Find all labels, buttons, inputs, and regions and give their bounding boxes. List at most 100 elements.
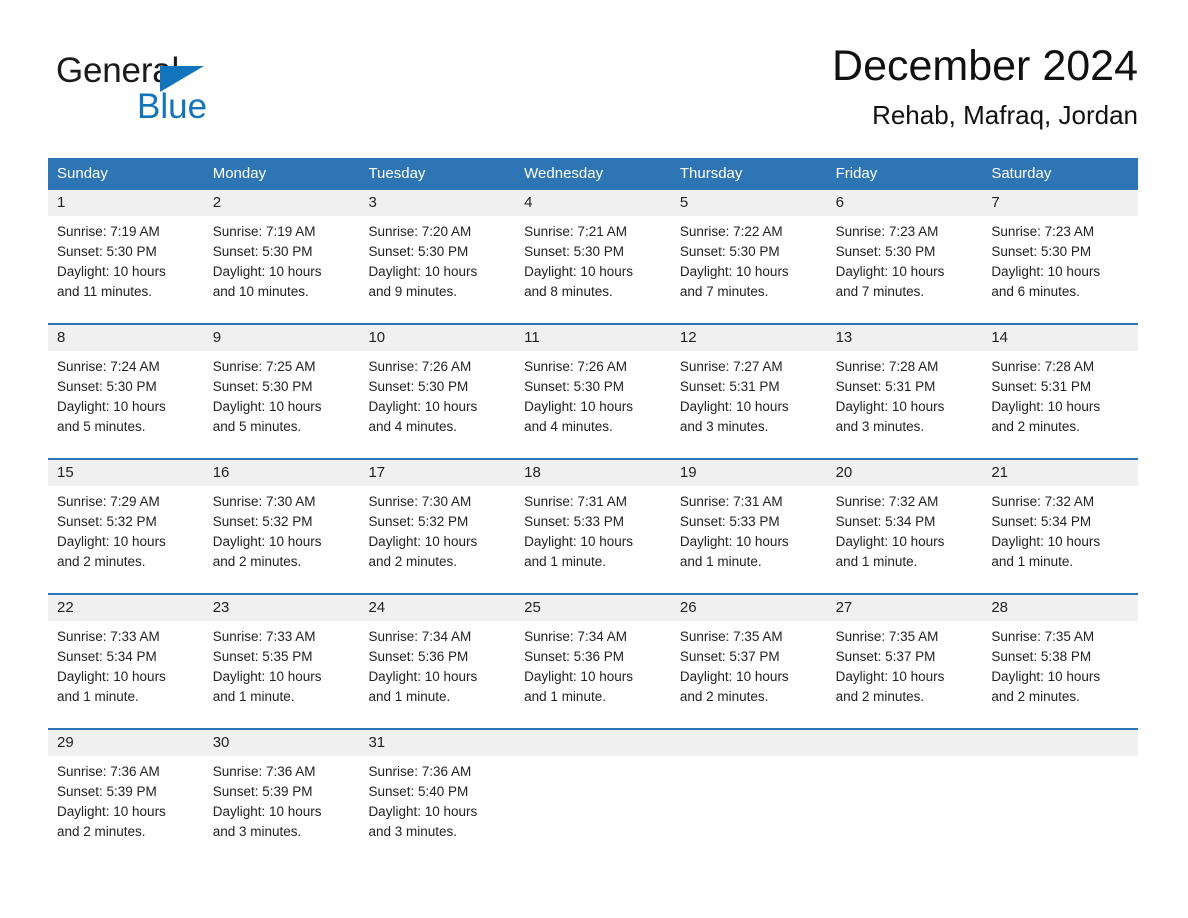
page-header: General Blue December 2024 Rehab, Mafraq…: [48, 40, 1138, 148]
sunset-text: Sunset: 5:40 PM: [368, 784, 469, 799]
daylight-text-line2: and 2 minutes.: [835, 689, 925, 704]
day-cell[interactable]: 18 Sunrise: 7:31 AM Sunset: 5:33 PM Dayl…: [515, 460, 671, 585]
day-cell[interactable]: 26 Sunrise: 7:35 AM Sunset: 5:37 PM Dayl…: [670, 595, 827, 720]
daylight-text-line1: Daylight: 10 hours: [368, 399, 478, 414]
daylight-text-line1: Daylight: 10 hours: [991, 399, 1101, 414]
calendar-grid: Sunday Monday Tuesday Wednesday Thursday…: [48, 158, 1139, 855]
sunrise-text: Sunrise: 7:32 AM: [991, 494, 1095, 509]
day-cell[interactable]: 28 Sunrise: 7:35 AM Sunset: 5:38 PM Dayl…: [982, 595, 1139, 720]
daylight-text-line1: Daylight: 10 hours: [524, 264, 633, 279]
daylight-text-line1: Daylight: 10 hours: [57, 534, 166, 549]
sunrise-text: Sunrise: 7:36 AM: [368, 764, 472, 779]
sunset-text: Sunset: 5:32 PM: [57, 514, 157, 529]
day-cell[interactable]: 4 Sunrise: 7:21 AM Sunset: 5:30 PM Dayli…: [515, 190, 671, 315]
sunset-text: Sunset: 5:36 PM: [368, 649, 469, 664]
day-details: Sunrise: 7:21 AM Sunset: 5:30 PM Dayligh…: [515, 216, 671, 315]
sunset-text: Sunset: 5:30 PM: [57, 379, 157, 394]
day-cell[interactable]: 14 Sunrise: 7:28 AM Sunset: 5:31 PM Dayl…: [982, 325, 1139, 450]
day-cell[interactable]: 19 Sunrise: 7:31 AM Sunset: 5:33 PM Dayl…: [670, 460, 827, 585]
day-details: Sunrise: 7:23 AM Sunset: 5:30 PM Dayligh…: [982, 216, 1139, 315]
daylight-text-line2: and 1 minute.: [212, 689, 295, 704]
day-cell-empty: [515, 730, 671, 855]
day-number: 25: [515, 595, 671, 621]
day-cell[interactable]: 25 Sunrise: 7:34 AM Sunset: 5:36 PM Dayl…: [515, 595, 671, 720]
sunset-text: Sunset: 5:30 PM: [368, 244, 469, 259]
day-number: 3: [359, 190, 516, 216]
day-cell[interactable]: 15 Sunrise: 7:29 AM Sunset: 5:32 PM Dayl…: [48, 460, 204, 585]
day-cell[interactable]: 2 Sunrise: 7:19 AM Sunset: 5:30 PM Dayli…: [203, 190, 360, 315]
day-number: [826, 730, 983, 756]
day-cell[interactable]: 21 Sunrise: 7:32 AM Sunset: 5:34 PM Dayl…: [982, 460, 1139, 585]
day-cell[interactable]: 22 Sunrise: 7:33 AM Sunset: 5:34 PM Dayl…: [48, 595, 204, 720]
day-number: 18: [515, 460, 671, 486]
day-number: 11: [515, 325, 671, 351]
day-number: 6: [826, 190, 983, 216]
sunset-text: Sunset: 5:39 PM: [57, 784, 157, 799]
day-cell[interactable]: 7 Sunrise: 7:23 AM Sunset: 5:30 PM Dayli…: [982, 190, 1139, 315]
daylight-text-line1: Daylight: 10 hours: [212, 264, 322, 279]
sunrise-text: Sunrise: 7:27 AM: [679, 359, 783, 374]
day-cell[interactable]: 24 Sunrise: 7:34 AM Sunset: 5:36 PM Dayl…: [359, 595, 516, 720]
day-details: Sunrise: 7:20 AM Sunset: 5:30 PM Dayligh…: [359, 216, 516, 315]
day-cell[interactable]: 27 Sunrise: 7:35 AM Sunset: 5:37 PM Dayl…: [826, 595, 983, 720]
day-cell[interactable]: 16 Sunrise: 7:30 AM Sunset: 5:32 PM Dayl…: [203, 460, 360, 585]
day-number: 16: [203, 460, 360, 486]
sunrise-text: Sunrise: 7:30 AM: [212, 494, 316, 509]
day-cell[interactable]: 11 Sunrise: 7:26 AM Sunset: 5:30 PM Dayl…: [515, 325, 671, 450]
daylight-text-line2: and 2 minutes.: [57, 824, 146, 839]
day-number: 24: [359, 595, 516, 621]
day-cell[interactable]: 5 Sunrise: 7:22 AM Sunset: 5:30 PM Dayli…: [670, 190, 827, 315]
daylight-text-line2: and 11 minutes.: [57, 284, 153, 299]
day-cell[interactable]: 13 Sunrise: 7:28 AM Sunset: 5:31 PM Dayl…: [826, 325, 983, 450]
day-cell[interactable]: 3 Sunrise: 7:20 AM Sunset: 5:30 PM Dayli…: [359, 190, 516, 315]
day-number: [982, 730, 1139, 756]
daylight-text-line2: and 2 minutes.: [679, 689, 769, 704]
day-cell-empty: [670, 730, 827, 855]
sunrise-text: Sunrise: 7:26 AM: [524, 359, 627, 374]
sunrise-text: Sunrise: 7:36 AM: [57, 764, 160, 779]
daylight-text-line2: and 3 minutes.: [212, 824, 302, 839]
sunset-text: Sunset: 5:31 PM: [679, 379, 780, 394]
daylight-text-line2: and 9 minutes.: [368, 284, 457, 299]
sunrise-text: Sunrise: 7:19 AM: [212, 224, 316, 239]
day-cell[interactable]: 1 Sunrise: 7:19 AM Sunset: 5:30 PM Dayli…: [48, 190, 204, 315]
day-cell[interactable]: 17 Sunrise: 7:30 AM Sunset: 5:32 PM Dayl…: [359, 460, 516, 585]
daylight-text-line1: Daylight: 10 hours: [524, 399, 633, 414]
day-cell[interactable]: 12 Sunrise: 7:27 AM Sunset: 5:31 PM Dayl…: [670, 325, 827, 450]
daylight-text-line1: Daylight: 10 hours: [835, 264, 945, 279]
daylight-text-line2: and 10 minutes.: [212, 284, 309, 299]
day-cell[interactable]: 23 Sunrise: 7:33 AM Sunset: 5:35 PM Dayl…: [203, 595, 360, 720]
weekday-header-row: Sunday Monday Tuesday Wednesday Thursday…: [48, 158, 1138, 190]
sunset-text: Sunset: 5:31 PM: [991, 379, 1092, 394]
day-cell-empty: [982, 730, 1139, 855]
day-cell[interactable]: 10 Sunrise: 7:26 AM Sunset: 5:30 PM Dayl…: [359, 325, 516, 450]
daylight-text-line2: and 1 minute.: [991, 554, 1074, 569]
sunset-text: Sunset: 5:31 PM: [835, 379, 936, 394]
day-cell[interactable]: 30 Sunrise: 7:36 AM Sunset: 5:39 PM Dayl…: [203, 730, 360, 855]
daylight-text-line1: Daylight: 10 hours: [57, 804, 166, 819]
daylight-text-line1: Daylight: 10 hours: [679, 264, 789, 279]
day-cell[interactable]: 20 Sunrise: 7:32 AM Sunset: 5:34 PM Dayl…: [826, 460, 983, 585]
day-details: Sunrise: 7:19 AM Sunset: 5:30 PM Dayligh…: [48, 216, 204, 315]
day-details: Sunrise: 7:24 AM Sunset: 5:30 PM Dayligh…: [48, 351, 204, 450]
sunrise-text: Sunrise: 7:35 AM: [679, 629, 783, 644]
daylight-text-line1: Daylight: 10 hours: [991, 534, 1101, 549]
day-details: Sunrise: 7:26 AM Sunset: 5:30 PM Dayligh…: [515, 351, 671, 450]
daylight-text-line2: and 1 minute.: [835, 554, 918, 569]
daylight-text-line2: and 1 minute.: [524, 689, 606, 704]
sunrise-text: Sunrise: 7:35 AM: [991, 629, 1095, 644]
day-cell[interactable]: 8 Sunrise: 7:24 AM Sunset: 5:30 PM Dayli…: [48, 325, 204, 450]
sunrise-text: Sunrise: 7:31 AM: [524, 494, 627, 509]
day-cell[interactable]: 31 Sunrise: 7:36 AM Sunset: 5:40 PM Dayl…: [359, 730, 516, 855]
day-cell[interactable]: 6 Sunrise: 7:23 AM Sunset: 5:30 PM Dayli…: [826, 190, 983, 315]
day-number: [515, 730, 671, 756]
weekday-header-wednesday: Wednesday: [524, 165, 604, 182]
day-number: 21: [982, 460, 1139, 486]
daylight-text-line2: and 3 minutes.: [835, 419, 925, 434]
sunrise-text: Sunrise: 7:32 AM: [835, 494, 939, 509]
daylight-text-line2: and 2 minutes.: [368, 554, 457, 569]
day-number: 17: [359, 460, 516, 486]
day-cell[interactable]: 9 Sunrise: 7:25 AM Sunset: 5:30 PM Dayli…: [203, 325, 360, 450]
day-cell[interactable]: 29 Sunrise: 7:36 AM Sunset: 5:39 PM Dayl…: [48, 730, 204, 855]
day-number: 10: [359, 325, 516, 351]
